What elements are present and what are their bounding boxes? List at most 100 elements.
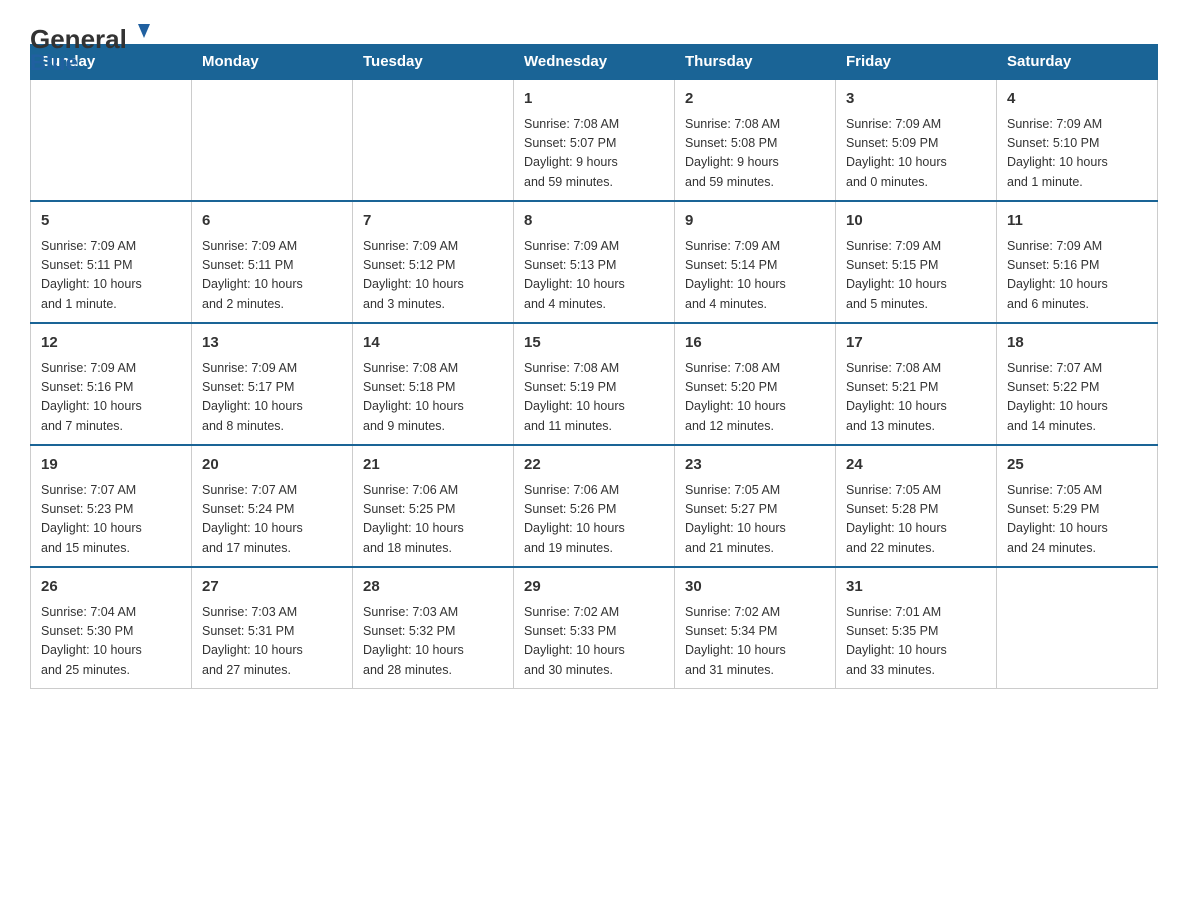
day-number: 2 [685,88,825,111]
calendar-cell: 27 Sunrise: 7:03 AMSunset: 5:31 PMDayligh… [192,567,353,689]
calendar-week-row: 5 Sunrise: 7:09 AMSunset: 5:11 PMDaylight… [31,201,1158,323]
calendar-cell: 3 Sunrise: 7:09 AMSunset: 5:09 PMDaylight… [836,79,997,201]
day-info: Sunrise: 7:08 AMSunset: 5:20 PMDaylight:… [685,359,825,437]
day-number: 31 [846,576,986,599]
calendar-cell: 12 Sunrise: 7:09 AMSunset: 5:16 PMDayligh… [31,323,192,445]
day-info: Sunrise: 7:09 AMSunset: 5:13 PMDaylight:… [524,237,664,315]
calendar-cell: 30 Sunrise: 7:02 AMSunset: 5:34 PMDayligh… [675,567,836,689]
calendar-cell: 7Sunrise: 7:09 AMSunset: 5:12 PMDaylight… [353,201,514,323]
day-number: 19 [41,454,181,477]
day-info: Sunrise: 7:06 AMSunset: 5:26 PMDaylight:… [524,481,664,559]
day-info: Sunrise: 7:09 AMSunset: 5:16 PMDaylight:… [1007,237,1147,315]
calendar-week-row: 1 Sunrise: 7:08 AMSunset: 5:07 PMDaylight… [31,79,1158,201]
calendar-cell: 25 Sunrise: 7:05 AMSunset: 5:29 PMDayligh… [997,445,1158,567]
calendar-cell: 6Sunrise: 7:09 AMSunset: 5:11 PMDaylight… [192,201,353,323]
day-info: Sunrise: 7:09 AMSunset: 5:16 PMDaylight:… [41,359,181,437]
day-info: Sunrise: 7:08 AMSunset: 5:21 PMDaylight:… [846,359,986,437]
day-info: Sunrise: 7:09 AMSunset: 5:14 PMDaylight:… [685,237,825,315]
day-number: 26 [41,576,181,599]
calendar-week-row: 26 Sunrise: 7:04 AMSunset: 5:30 PMDayligh… [31,567,1158,689]
calendar-cell: 17 Sunrise: 7:08 AMSunset: 5:21 PMDayligh… [836,323,997,445]
day-number: 22 [524,454,664,477]
calendar-cell: 10Sunrise: 7:09 AMSunset: 5:15 PMDayligh… [836,201,997,323]
calendar-table: SundayMondayTuesdayWednesdayThursdayFrid… [30,44,1158,689]
calendar-week-row: 12 Sunrise: 7:09 AMSunset: 5:16 PMDayligh… [31,323,1158,445]
calendar-cell: 8Sunrise: 7:09 AMSunset: 5:13 PMDaylight… [514,201,675,323]
calendar-cell [997,567,1158,689]
calendar-header-friday: Friday [836,45,997,80]
day-info: Sunrise: 7:05 AMSunset: 5:28 PMDaylight:… [846,481,986,559]
day-info: Sunrise: 7:06 AMSunset: 5:25 PMDaylight:… [363,481,503,559]
day-number: 20 [202,454,342,477]
day-info: Sunrise: 7:03 AMSunset: 5:31 PMDaylight:… [202,603,342,681]
day-number: 7 [363,210,503,233]
day-number: 25 [1007,454,1147,477]
calendar-cell: 22 Sunrise: 7:06 AMSunset: 5:26 PMDayligh… [514,445,675,567]
logo-container: General Blue [30,20,160,75]
day-info: Sunrise: 7:03 AMSunset: 5:32 PMDaylight:… [363,603,503,681]
calendar-cell: 26 Sunrise: 7:04 AMSunset: 5:30 PMDayligh… [31,567,192,689]
calendar-cell: 1 Sunrise: 7:08 AMSunset: 5:07 PMDaylight… [514,79,675,201]
generalblue-logo: General Blue [30,20,160,75]
day-info: Sunrise: 7:08 AMSunset: 5:07 PMDaylight:… [524,115,664,193]
day-number: 13 [202,332,342,355]
calendar-header-monday: Monday [192,45,353,80]
day-number: 3 [846,88,986,111]
day-info: Sunrise: 7:05 AMSunset: 5:27 PMDaylight:… [685,481,825,559]
day-info: Sunrise: 7:07 AMSunset: 5:22 PMDaylight:… [1007,359,1147,437]
day-info: Sunrise: 7:09 AMSunset: 5:11 PMDaylight:… [41,237,181,315]
calendar-cell: 20 Sunrise: 7:07 AMSunset: 5:24 PMDayligh… [192,445,353,567]
calendar-cell [192,79,353,201]
calendar-cell: 13Sunrise: 7:09 AMSunset: 5:17 PMDayligh… [192,323,353,445]
calendar-header-tuesday: Tuesday [353,45,514,80]
day-info: Sunrise: 7:02 AMSunset: 5:33 PMDaylight:… [524,603,664,681]
day-info: Sunrise: 7:08 AMSunset: 5:08 PMDaylight:… [685,115,825,193]
calendar-cell: 4Sunrise: 7:09 AMSunset: 5:10 PMDaylight… [997,79,1158,201]
calendar-cell: 28 Sunrise: 7:03 AMSunset: 5:32 PMDayligh… [353,567,514,689]
calendar-cell: 31 Sunrise: 7:01 AMSunset: 5:35 PMDayligh… [836,567,997,689]
day-info: Sunrise: 7:02 AMSunset: 5:34 PMDaylight:… [685,603,825,681]
day-info: Sunrise: 7:07 AMSunset: 5:24 PMDaylight:… [202,481,342,559]
svg-text:Blue: Blue [30,50,78,75]
day-info: Sunrise: 7:07 AMSunset: 5:23 PMDaylight:… [41,481,181,559]
calendar-cell: 2 Sunrise: 7:08 AMSunset: 5:08 PMDaylight… [675,79,836,201]
day-info: Sunrise: 7:04 AMSunset: 5:30 PMDaylight:… [41,603,181,681]
calendar-header-saturday: Saturday [997,45,1158,80]
day-number: 27 [202,576,342,599]
calendar-header-row: SundayMondayTuesdayWednesdayThursdayFrid… [31,45,1158,80]
day-info: Sunrise: 7:05 AMSunset: 5:29 PMDaylight:… [1007,481,1147,559]
day-number: 29 [524,576,664,599]
day-number: 15 [524,332,664,355]
day-info: Sunrise: 7:09 AMSunset: 5:15 PMDaylight:… [846,237,986,315]
day-info: Sunrise: 7:01 AMSunset: 5:35 PMDaylight:… [846,603,986,681]
calendar-header-thursday: Thursday [675,45,836,80]
day-number: 6 [202,210,342,233]
calendar-cell: 9 Sunrise: 7:09 AMSunset: 5:14 PMDaylight… [675,201,836,323]
calendar-header-wednesday: Wednesday [514,45,675,80]
day-number: 17 [846,332,986,355]
calendar-cell: 5 Sunrise: 7:09 AMSunset: 5:11 PMDaylight… [31,201,192,323]
calendar-cell: 29 Sunrise: 7:02 AMSunset: 5:33 PMDayligh… [514,567,675,689]
calendar-cell: 16Sunrise: 7:08 AMSunset: 5:20 PMDayligh… [675,323,836,445]
day-info: Sunrise: 7:08 AMSunset: 5:19 PMDaylight:… [524,359,664,437]
day-info: Sunrise: 7:09 AMSunset: 5:09 PMDaylight:… [846,115,986,193]
day-number: 4 [1007,88,1147,111]
day-number: 23 [685,454,825,477]
page-header: General Blue [30,20,1158,24]
calendar-week-row: 19 Sunrise: 7:07 AMSunset: 5:23 PMDayligh… [31,445,1158,567]
day-number: 1 [524,88,664,111]
day-number: 14 [363,332,503,355]
day-number: 24 [846,454,986,477]
day-number: 5 [41,210,181,233]
day-info: Sunrise: 7:08 AMSunset: 5:18 PMDaylight:… [363,359,503,437]
day-number: 28 [363,576,503,599]
day-number: 9 [685,210,825,233]
calendar-cell: 21Sunrise: 7:06 AMSunset: 5:25 PMDayligh… [353,445,514,567]
calendar-cell [31,79,192,201]
calendar-cell: 18 Sunrise: 7:07 AMSunset: 5:22 PMDayligh… [997,323,1158,445]
day-number: 18 [1007,332,1147,355]
day-number: 30 [685,576,825,599]
calendar-cell: 24 Sunrise: 7:05 AMSunset: 5:28 PMDayligh… [836,445,997,567]
calendar-cell [353,79,514,201]
day-number: 12 [41,332,181,355]
